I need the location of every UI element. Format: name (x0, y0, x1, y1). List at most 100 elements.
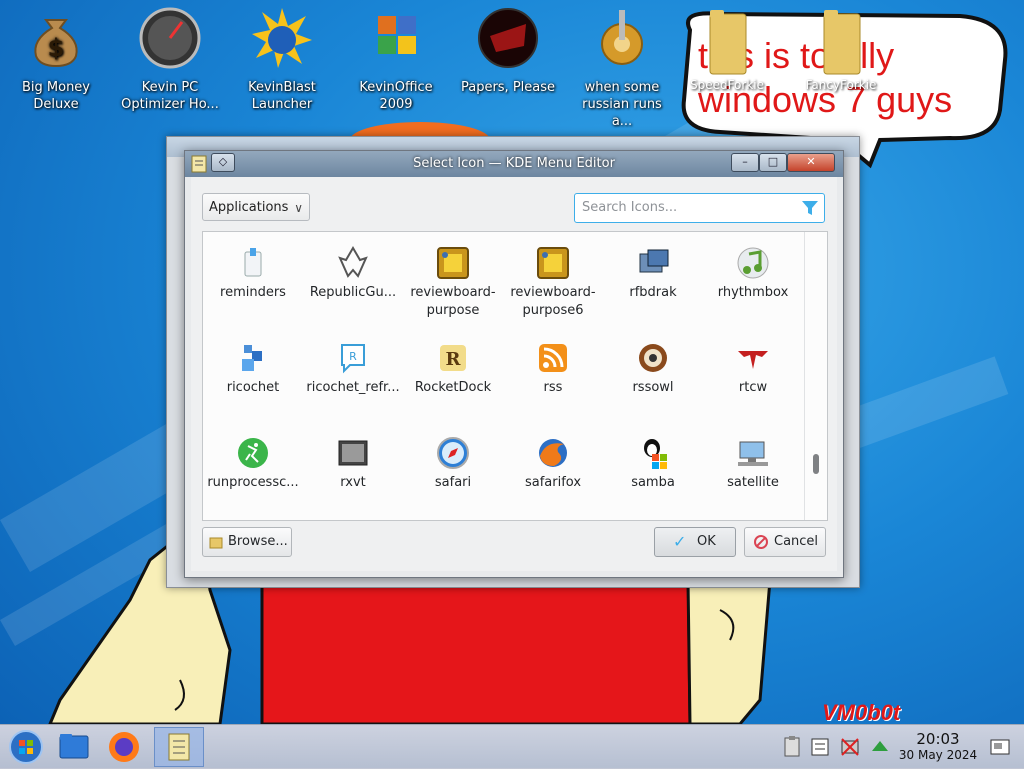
runprocess-icon (236, 436, 270, 470)
icon-grid[interactable]: reminders RepublicGu... reviewboard-purpos… (202, 231, 828, 521)
safari-icon (436, 436, 470, 470)
close-button[interactable]: ✕ (787, 153, 835, 172)
network-disconnected-icon[interactable] (838, 735, 862, 759)
icon-cell-label: RepublicGu... (309, 285, 397, 300)
icon-cell-label: satellite (727, 475, 779, 490)
clock-date: 30 May 2024 (898, 748, 978, 762)
papers-please-icon (478, 8, 538, 68)
icon-cell-label: rxvt (340, 475, 366, 490)
svg-text:R: R (349, 350, 357, 363)
signature: VM0b0t (822, 700, 901, 725)
icon-cell-ricochet[interactable]: ricochet (203, 341, 303, 397)
icon-cell-reviewboard-purpose[interactable]: reviewboard-purpose (403, 246, 503, 320)
desktop-icon-label: KevinBlast Launcher (248, 80, 316, 112)
folder-icon (709, 10, 747, 75)
satellite-icon (736, 436, 770, 470)
icon-cell-label: samba (631, 475, 675, 490)
desktop-icon-label: Kevin PC Optimizer Ho... (121, 80, 219, 112)
desktop-icon-papers-please[interactable]: Papers, Please (458, 0, 558, 96)
scrollbar-thumb[interactable] (813, 454, 819, 474)
icon-grid-scrollbar[interactable] (804, 232, 827, 520)
desktop-folder-speedforkie[interactable]: SpeedForkie (690, 6, 764, 92)
icon-cell-safari[interactable]: safari (403, 436, 503, 492)
svg-text:R: R (446, 349, 462, 370)
desktop-icon-kevinoffice-2009[interactable]: KevinOffice 2009 (346, 0, 446, 113)
desktop-icon-big-money-deluxe[interactable]: $ Big Money Deluxe (6, 0, 106, 113)
icon-cell-rssowl[interactable]: rssowl (603, 341, 703, 397)
clock-time: 20:03 (916, 730, 960, 748)
reminders-icon (236, 246, 270, 280)
icon-cell-runprocessc[interactable]: runprocessc... (203, 436, 303, 492)
select-icon-dialog: ◇ Select Icon — KDE Menu Editor – □ ✕ Ap… (184, 150, 844, 578)
ok-button[interactable]: ✓ OK (654, 527, 736, 557)
icon-cell-label: reviewboard-purpose (410, 285, 496, 318)
icon-cell-label: safari (434, 475, 472, 490)
icon-cell-rxvt[interactable]: rxvt (303, 436, 403, 492)
icon-cell-label: rssowl (632, 380, 674, 395)
desktop-icon-label: Papers, Please (460, 80, 556, 95)
taskbar-kde-menu-editor[interactable] (154, 727, 204, 767)
show-desktop-icon[interactable] (988, 735, 1012, 759)
icon-cell-label: rss (543, 380, 563, 395)
folder-label: SpeedForkie (689, 78, 765, 92)
dialog-titlebar[interactable]: ◇ Select Icon — KDE Menu Editor – □ ✕ (185, 151, 843, 177)
office-squares-icon (378, 16, 416, 54)
notes-icon[interactable] (808, 735, 832, 759)
icon-source-value: Applications (209, 200, 289, 215)
ok-label: OK (697, 534, 716, 549)
icon-cell-ricochet-refr[interactable]: Rricochet_refr... (303, 341, 403, 397)
republic-icon (336, 246, 370, 280)
gauge-icon (139, 7, 201, 69)
icon-cell-satellite[interactable]: satellite (703, 436, 803, 492)
clock[interactable]: 20:03 30 May 2024 (898, 731, 978, 763)
samba-icon (636, 436, 670, 470)
browse-label: Browse... (228, 534, 288, 549)
icon-cell-rss[interactable]: rss (503, 341, 603, 397)
rtcw-icon (736, 341, 770, 375)
icon-cell-label: safarifox (524, 475, 582, 490)
money-bag-icon: $ (34, 19, 78, 68)
taskbar-firefox[interactable] (102, 727, 146, 767)
icon-cell-rtcw[interactable]: rtcw (703, 341, 803, 397)
icon-cell-label: rtcw (738, 380, 768, 395)
desktop-icon-kevinblast-launcher[interactable]: KevinBlast Launcher (232, 0, 332, 113)
desktop-icon-label: Big Money Deluxe (21, 80, 90, 112)
rocketdock-icon: R (436, 341, 470, 375)
rssowl-icon (636, 341, 670, 375)
icon-cell-label: RocketDock (414, 380, 492, 395)
icon-cell-rfbdrak[interactable]: rfbdrak (603, 246, 703, 302)
firefox-icon (109, 732, 139, 762)
browse-button[interactable]: Browse... (202, 527, 292, 557)
icon-cell-samba[interactable]: samba (603, 436, 703, 492)
icon-cell-rocketdock[interactable]: R RocketDock (403, 341, 503, 397)
start-orb-icon (9, 730, 43, 764)
icon-cell-label: reminders (220, 285, 286, 300)
icon-cell-safarifox[interactable]: safarifox (503, 436, 603, 492)
icon-cell-label: rfbdrak (629, 285, 677, 300)
icon-cell-reviewboard-purpose6[interactable]: reviewboard-purpose6 (503, 246, 603, 320)
show-hidden-icons-icon[interactable] (868, 735, 892, 759)
clipboard-icon[interactable] (780, 735, 804, 759)
icon-source-select[interactable]: Applications ∨ (202, 193, 310, 221)
desktop-icon-russian-runs[interactable]: when some russian runs a... (572, 0, 672, 130)
taskbar: 20:03 30 May 2024 (0, 724, 1024, 769)
maximize-button[interactable]: □ (759, 153, 787, 172)
reviewboard-icon (436, 246, 470, 280)
search-icons-input[interactable]: Search Icons... (574, 193, 825, 223)
filter-icon (802, 201, 818, 215)
icon-cell-republicgu[interactable]: RepublicGu... (303, 246, 403, 302)
start-button[interactable] (4, 727, 48, 767)
desktop-icon-label: KevinOffice 2009 (359, 80, 433, 112)
icon-cell-label: ricochet_refr... (306, 380, 400, 395)
cancel-button[interactable]: Cancel (744, 527, 826, 557)
icon-cell-reminders[interactable]: reminders (203, 246, 303, 302)
rxvt-icon (336, 436, 370, 470)
taskbar-file-manager[interactable] (52, 727, 96, 767)
desktop-folder-fancyforkie[interactable]: FancyForkie (806, 6, 876, 92)
rss-icon (536, 341, 570, 375)
desktop-icon-kevin-pc-optimizer[interactable]: Kevin PC Optimizer Ho... (120, 0, 220, 113)
cancel-icon (754, 535, 768, 549)
icon-cell-rhythmbox[interactable]: rhythmbox (703, 246, 803, 302)
minimize-button[interactable]: – (731, 153, 759, 172)
checkmark-icon: ✓ (673, 532, 687, 551)
